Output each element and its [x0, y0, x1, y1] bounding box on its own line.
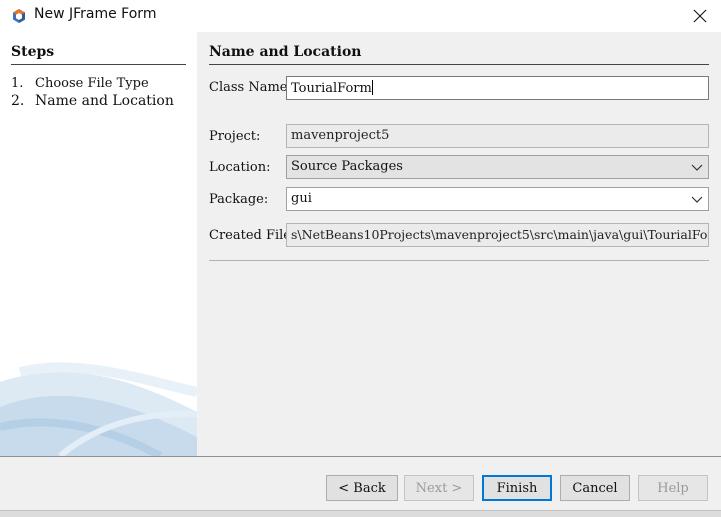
decorative-swoosh-image: [0, 362, 197, 456]
class-name-input[interactable]: TourialForm: [286, 76, 709, 100]
project-field: mavenproject5: [286, 124, 709, 148]
project-label: Project:: [209, 129, 261, 144]
back-button[interactable]: < Back: [326, 475, 398, 501]
cancel-button[interactable]: Cancel: [560, 475, 630, 501]
next-button[interactable]: Next >: [404, 475, 474, 501]
step-choose-file-type: 1. Choose File Type: [11, 76, 149, 91]
class-name-label: Class Name:: [209, 80, 292, 95]
step-label: Choose File Type: [35, 76, 149, 91]
location-value: Source Packages: [291, 159, 403, 174]
step-name-and-location: 2. Name and Location: [11, 93, 174, 109]
step-label: Name and Location: [35, 93, 174, 109]
window-bottom-edge: [0, 510, 721, 517]
title-bar: New JFrame Form: [0, 0, 721, 32]
chevron-down-icon: [691, 164, 703, 171]
step-number: 2.: [11, 93, 25, 109]
close-icon: [693, 9, 707, 23]
steps-divider: [11, 64, 186, 65]
created-file-field: s\NetBeans10Projects\mavenproject5\src\m…: [286, 223, 709, 247]
package-select[interactable]: gui: [286, 187, 709, 211]
netbeans-cube-icon: [13, 9, 25, 23]
panel-bottom-divider: [209, 260, 709, 261]
step-number: 1.: [11, 76, 24, 91]
chevron-down-icon: [691, 196, 703, 203]
panel-divider: [209, 64, 709, 65]
window-title: New JFrame Form: [34, 6, 157, 22]
close-button[interactable]: [680, 0, 720, 32]
package-value: gui: [291, 191, 312, 206]
text-caret: [371, 80, 373, 95]
created-file-label: Created File:: [209, 228, 296, 243]
wizard-footer: < Back Next > Finish Cancel Help: [0, 456, 721, 517]
panel-title: Name and Location: [209, 44, 362, 60]
package-label: Package:: [209, 192, 269, 207]
name-and-location-panel: Name and Location Class Name: TourialFor…: [197, 32, 721, 456]
location-label: Location:: [209, 160, 271, 175]
class-name-value: TourialForm: [291, 81, 372, 96]
steps-panel: Steps 1. Choose File Type 2. Name and Loca…: [0, 32, 197, 456]
finish-button[interactable]: Finish: [482, 475, 552, 501]
location-select[interactable]: Source Packages: [286, 155, 709, 179]
steps-title: Steps: [11, 44, 55, 60]
help-button[interactable]: Help: [638, 475, 708, 501]
